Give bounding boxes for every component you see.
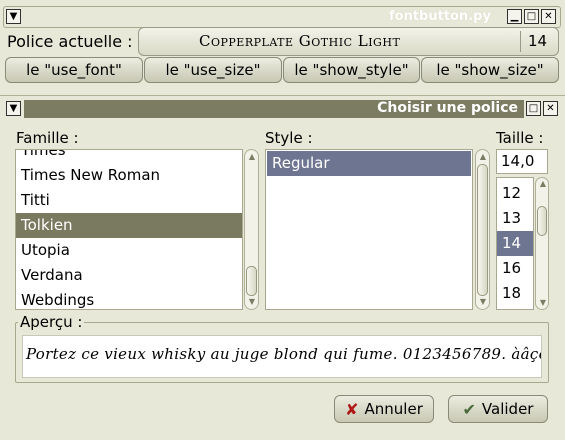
scroll-down-icon[interactable]: ▼ [247,297,257,307]
ok-button[interactable]: ✔ Valider [448,395,548,423]
list-item[interactable]: Verdana [16,263,242,288]
list-item[interactable]: Titti [16,188,242,213]
preview-box: Portez ce vieux whisky au juge blond qui… [22,335,542,378]
font-button-size: 14 [528,32,548,50]
scroll-down-icon[interactable]: ▼ [538,298,548,308]
list-item[interactable]: Webdings [16,288,242,309]
dialog-close-button[interactable]: ✕ [543,101,558,116]
font-button-name: Copperplate Gothic Light [199,32,401,50]
list-item-selected[interactable]: Regular [267,151,471,176]
toggle-use-font[interactable]: le "use_font" [5,57,143,83]
window-menu-button[interactable]: ▼ [6,9,21,24]
scroll-thumb[interactable] [246,266,257,296]
family-label: Famille : [16,129,79,147]
size-list[interactable]: 12 13 14 16 18 [496,177,534,310]
list-item[interactable]: 13 [497,206,533,231]
minimize-icon: ▁ [510,10,519,22]
cancel-button[interactable]: ✘ Annuler [334,395,434,423]
x-icon: ✘ [345,399,359,419]
current-font-label: Police actuelle : [7,32,133,51]
toggle-label: le "use_font" [26,61,122,79]
size-label: Taille : [496,129,544,147]
family-list[interactable]: Times Times New Roman Titti Tolkien Utop… [15,149,243,310]
style-list[interactable]: Regular [265,149,473,310]
ok-button-label: Valider [481,400,534,418]
app-title: fontbutton.py [389,9,491,24]
list-item[interactable]: 18 [497,281,533,306]
scroll-up-icon[interactable]: ▲ [538,179,548,189]
style-scrollbar[interactable]: ▲ ▼ [475,149,490,310]
list-item-selected[interactable]: Tolkien [16,213,242,238]
close-icon: ✕ [546,102,555,114]
maximize-icon: □ [528,102,539,114]
dialog-titlebar: Choisir une police [24,100,524,118]
preview-label: Aperçu : [18,313,85,331]
chevron-down-icon: ▼ [9,102,18,114]
check-icon: ✔ [462,399,476,419]
font-button-separator [520,31,521,52]
minimize-button[interactable]: ▁ [507,9,522,24]
list-item-selected[interactable]: 14 [497,231,533,256]
toggle-show-style[interactable]: le "show_style" [283,57,420,83]
maximize-button[interactable]: □ [524,9,539,24]
toggle-show-size[interactable]: le "show_size" [421,57,559,83]
toggle-label: le "use_size" [165,61,261,79]
close-icon: ✕ [544,10,553,22]
family-list-items: Times Times New Roman Titti Tolkien Utop… [16,150,242,309]
style-label: Style : [265,129,313,147]
list-item[interactable]: Times [16,150,242,163]
maximize-icon: □ [526,10,537,22]
list-item[interactable]: Utopia [16,238,242,263]
scroll-down-icon[interactable]: ▼ [478,297,488,307]
toggle-label: le "show_size" [436,61,544,79]
font-button[interactable]: Copperplate Gothic Light 14 [138,27,559,56]
dialog-menu-button[interactable]: ▼ [6,101,21,116]
app-titlebar: ▼ fontbutton.py ▁ □ ✕ [3,6,561,28]
scroll-thumb[interactable] [537,206,547,236]
list-item[interactable]: Times New Roman [16,163,242,188]
scroll-up-icon[interactable]: ▲ [247,152,257,162]
close-button[interactable]: ✕ [541,9,556,24]
cancel-button-label: Annuler [364,400,423,418]
preview-text: Portez ce vieux whisky au juge blond qui… [26,345,542,363]
chevron-down-icon: ▼ [9,10,18,22]
toggle-use-size[interactable]: le "use_size" [144,57,282,83]
size-entry-value: 14,0 [501,152,535,170]
toggle-label: le "show_style" [294,61,409,79]
list-item[interactable]: 12 [497,181,533,206]
list-item[interactable]: 16 [497,256,533,281]
size-scrollbar[interactable]: ▲ ▼ [535,177,549,310]
dialog-maximize-button[interactable]: □ [526,101,541,116]
scroll-thumb[interactable] [477,164,488,296]
dialog-title: Choisir une police [377,100,518,116]
family-scrollbar[interactable]: ▲ ▼ [244,149,259,310]
size-entry[interactable]: 14,0 [496,149,548,174]
size-list-items: 12 13 14 16 18 [497,181,533,306]
scroll-up-icon[interactable]: ▲ [478,152,488,162]
